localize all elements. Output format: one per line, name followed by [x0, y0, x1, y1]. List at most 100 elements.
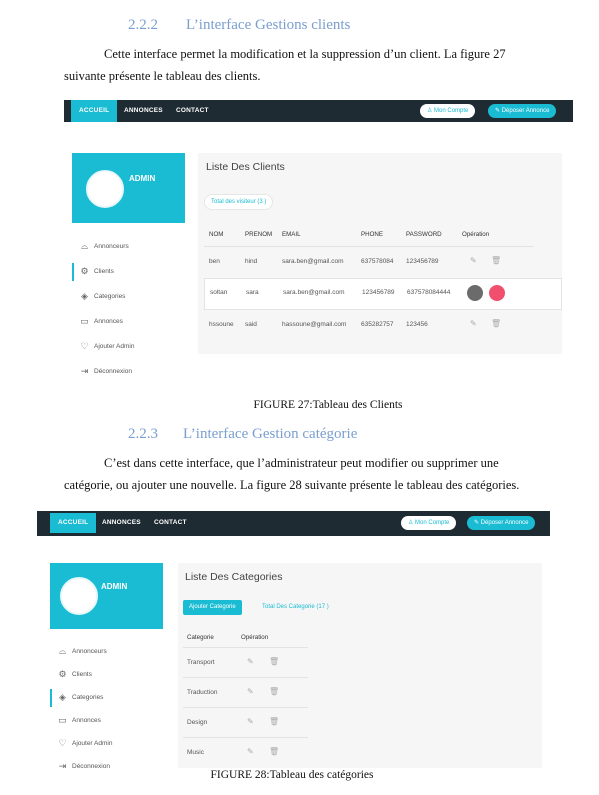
logout-icon: ⇥ — [58, 761, 67, 769]
paragraph-line: Cette interface permet la modification e… — [104, 47, 506, 61]
paragraph-line: catégorie, ou ajouter une nouvelle. La f… — [64, 478, 520, 492]
cell-nom: ben — [209, 258, 220, 265]
post-ad-button[interactable]: ✎ Déposer Annonce — [488, 104, 557, 118]
pencil-icon[interactable]: ✎ — [247, 657, 254, 666]
column-header: PASSWORD — [406, 231, 442, 238]
sidebar-item[interactable]: ♡ Ajouter Admin — [50, 737, 163, 751]
table-row: soltan sara sara.ben@gmail.com 123456789… — [204, 278, 562, 310]
table-row: hssoune said hassoune@gmail.com 63528275… — [204, 309, 534, 340]
add-category-button[interactable]: Ajouter Categorie — [183, 600, 242, 615]
cell-phone: 637578084 — [361, 258, 394, 265]
active-indicator — [50, 689, 52, 707]
nav-home[interactable]: ACCUEIL — [71, 100, 118, 122]
sidebar-item-label: Annonces — [94, 318, 123, 325]
heart-icon: ♡ — [58, 738, 67, 748]
account-button[interactable]: ♙ Mon Compte — [420, 104, 476, 118]
figure-27: ACCUEIL ANNONCES CONTACT ♙ Mon Compte ✎ … — [64, 100, 573, 385]
layers-icon: ◈ — [81, 291, 88, 301]
cell-email: sara.ben@gmail.com — [282, 258, 344, 265]
trash-icon[interactable]: 🗑︎ — [269, 657, 279, 666]
section-title: L’interface Gestion catégorie — [183, 426, 358, 442]
logout-icon: ⇥ — [80, 366, 89, 376]
cell-category: Design — [187, 719, 208, 726]
cell-nom: hssoune — [209, 321, 234, 328]
trash-icon[interactable]: 🗑︎ — [269, 717, 279, 726]
section-number: 2.2.3 — [128, 426, 158, 442]
cell-prenom: sara — [246, 289, 259, 296]
pencil-icon[interactable]: ✎ — [247, 717, 254, 726]
sidebar-item-label: Ajouter Admin — [94, 343, 135, 350]
sidebar-item[interactable]: ⇥ Déconnexion — [72, 365, 185, 379]
user-icon: ♙ — [427, 108, 435, 114]
edit-button[interactable] — [467, 285, 483, 301]
figure-28: ACCUEIL ANNONCES CONTACT ♙ Mon Compte ✎ … — [37, 511, 550, 768]
total-badge: Total des visiteur (3 ) — [204, 194, 274, 210]
pencil-icon[interactable]: ✎ — [247, 747, 254, 756]
sidebar-item[interactable]: ♡ Ajouter Admin — [72, 340, 185, 354]
pencil-icon[interactable]: ✎ — [247, 687, 254, 696]
post-ad-button[interactable]: ✎ Déposer Annonce — [467, 516, 536, 530]
cell-nom: soltan — [210, 289, 228, 296]
column-header: Opération — [462, 231, 490, 238]
column-header: PRENOM — [245, 231, 273, 238]
figure-caption: FIGURE 28:Tableau des catégories — [210, 769, 374, 781]
trash-icon[interactable]: 🗑︎ — [491, 319, 501, 328]
heart-icon: ♡ — [80, 341, 89, 351]
cell-password: 637578084444 — [407, 289, 451, 296]
trash-icon[interactable]: 🗑︎ — [269, 687, 279, 696]
sidebar-item[interactable]: ⇥ Déconnexion — [50, 760, 163, 769]
account-button[interactable]: ♙ Mon Compte — [401, 516, 457, 530]
gear-icon: ⚙ — [80, 266, 89, 276]
admin-label: ADMIN — [101, 582, 128, 591]
nav-home[interactable]: ACCUEIL — [50, 513, 97, 533]
table-row: Design ✎ 🗑︎ — [183, 707, 308, 738]
sidebar-item-label: Clients — [94, 268, 114, 275]
delete-button[interactable] — [489, 285, 505, 301]
cell-category: Transport — [187, 659, 215, 666]
categories-panel: Liste Des Categories Ajouter Categorie T… — [178, 563, 542, 768]
sidebar-item[interactable]: ⚙ Clients — [72, 263, 185, 281]
sidebar-item[interactable]: ⌓ Annonceurs — [72, 240, 185, 254]
nav-contact[interactable]: CONTACT — [176, 100, 209, 122]
admin-label: ADMIN — [129, 174, 156, 183]
trash-icon[interactable]: 🗑︎ — [269, 747, 279, 756]
sidebar: ⌓ Annonceurs ⚙ Clients ◈ Categories ▭ Annonces ♡… — [50, 645, 163, 768]
cell-phone: 635282757 — [361, 321, 394, 328]
column-header: Opération — [241, 634, 269, 641]
table-row: ben hind sara.ben@gmail.com 637578084 12… — [204, 246, 534, 279]
edit-square-icon: ✎ — [474, 520, 481, 526]
gear-icon: ⚙ — [58, 669, 67, 679]
layers-icon: ◈ — [59, 692, 66, 702]
avatar — [86, 170, 124, 208]
megaphone-icon: ▭ — [58, 715, 67, 725]
sidebar-item-label: Ajouter Admin — [72, 740, 113, 747]
pencil-icon[interactable]: ✎ — [470, 319, 477, 328]
nav-contact[interactable]: CONTACT — [154, 513, 187, 533]
section-title: L’interface Gestions clients — [186, 17, 351, 33]
trash-icon[interactable]: 🗑︎ — [491, 256, 501, 265]
section-number: 2.2.2 — [128, 17, 158, 33]
sidebar-item-label: Categories — [94, 293, 126, 300]
total-badge: Total Des Categorie (17 ) — [262, 604, 329, 610]
pencil-icon[interactable]: ✎ — [470, 256, 477, 265]
column-header: PHONE — [361, 231, 384, 238]
sidebar: ⌓ Annonceurs ⚙ Clients ◈ Categories ▭ Annonces ♡… — [72, 240, 185, 385]
sidebar-item[interactable]: ◈ Categories — [50, 689, 163, 707]
nav-annonces[interactable]: ANNONCES — [102, 513, 141, 533]
sidebar-item[interactable]: ▭ Annonces — [50, 714, 163, 728]
cell-email: sara.ben@gmail.com — [283, 289, 345, 296]
cell-category: Music — [187, 749, 204, 756]
sidebar-item[interactable]: ⚙ Clients — [50, 668, 163, 682]
sidebar-item[interactable]: ▭ Annonces — [72, 315, 185, 329]
cell-category: Traduction — [187, 689, 218, 696]
nav-annonces[interactable]: ANNONCES — [124, 100, 163, 122]
navbar: ACCUEIL ANNONCES CONTACT ♙ Mon Compte ✎ … — [37, 511, 550, 536]
sidebar-item[interactable]: ◈ Categories — [72, 290, 185, 304]
cell-email: hassoune@gmail.com — [282, 321, 347, 328]
edit-square-icon: ✎ — [495, 108, 502, 114]
cell-prenom: hind — [245, 258, 258, 265]
megaphone-icon: ▭ — [80, 316, 89, 326]
user-icon: ♙ — [408, 520, 416, 526]
sidebar-item[interactable]: ⌓ Annonceurs — [50, 645, 163, 659]
cell-prenom: said — [245, 321, 257, 328]
